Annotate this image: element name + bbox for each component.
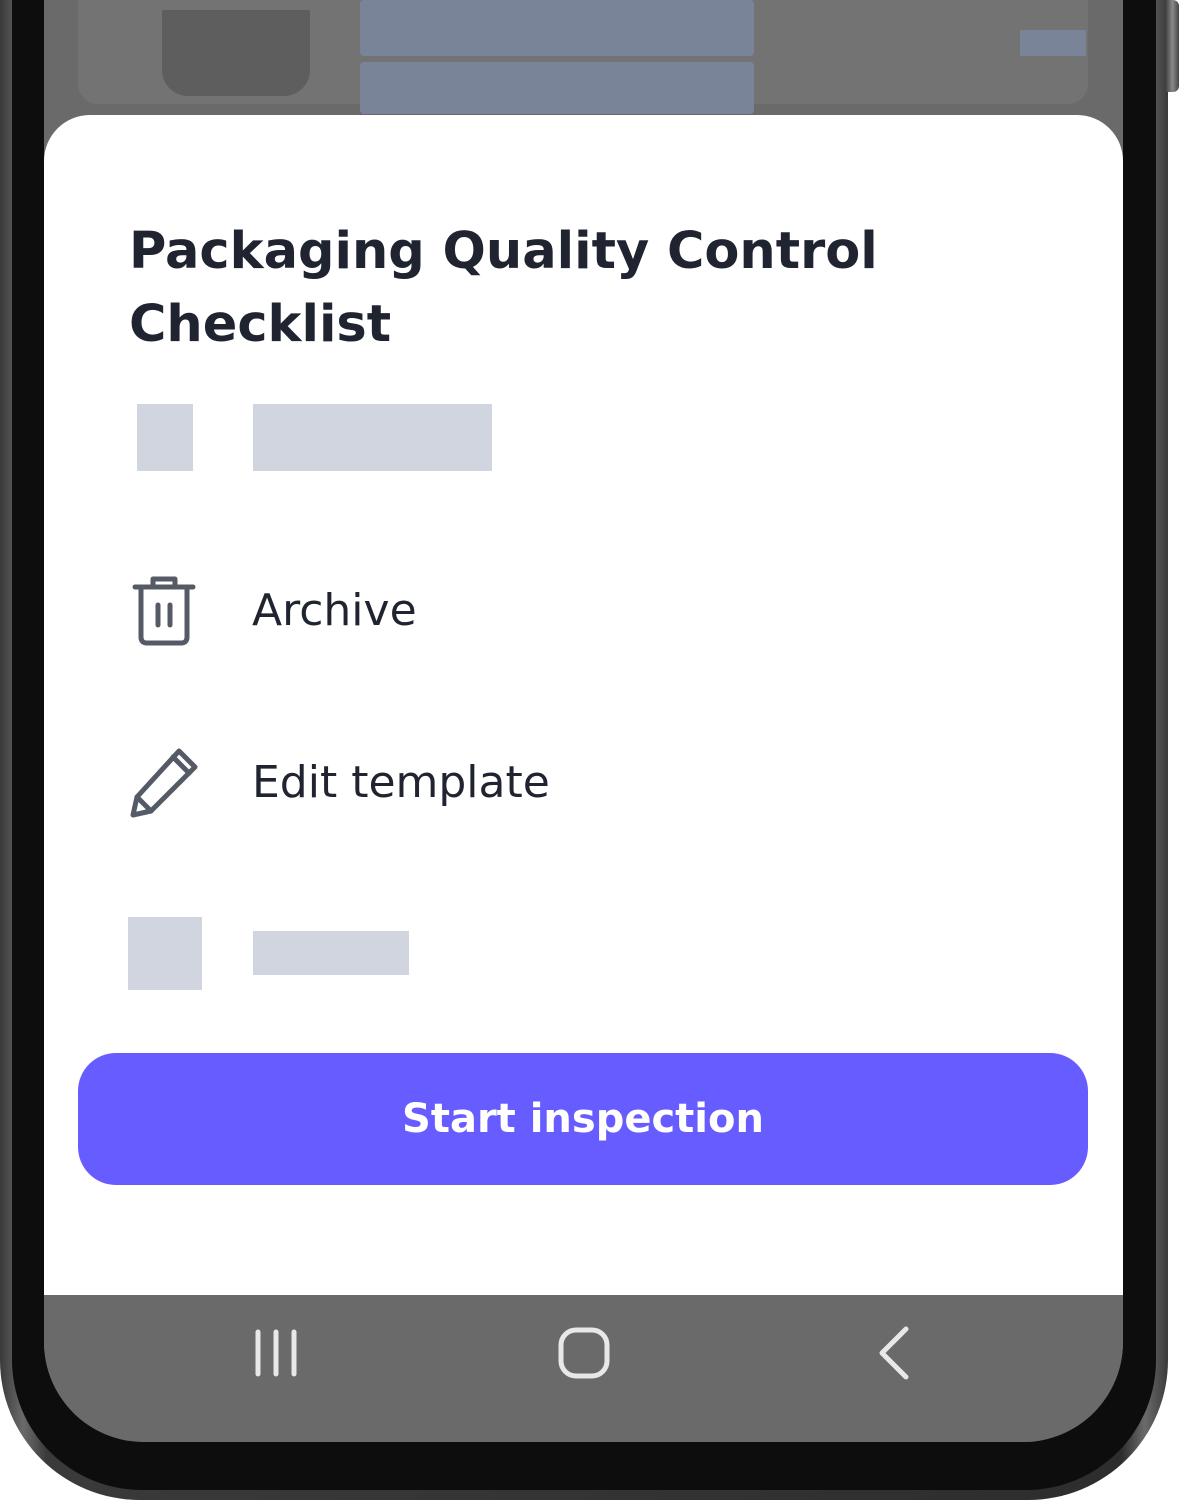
skeleton-icon-placeholder [137, 404, 193, 471]
sheet-title: Packaging Quality Control Checklist [129, 222, 878, 354]
menu-item-archive[interactable]: Archive [124, 555, 1044, 665]
menu-item-label: Archive [252, 584, 417, 636]
background-text-placeholder [360, 0, 754, 56]
skeleton-label-placeholder [253, 931, 409, 975]
background-card [78, 0, 1088, 114]
skeleton-icon-placeholder [128, 917, 202, 990]
menu-item-edit-template[interactable]: Edit template [124, 727, 1044, 837]
pencil-icon [124, 742, 204, 822]
navigation-bar [44, 1295, 1123, 1442]
background-thumbnail-placeholder [162, 10, 310, 96]
recent-apps-button[interactable] [216, 1295, 336, 1415]
home-icon [558, 1327, 610, 1383]
background-text-placeholder [360, 62, 754, 114]
menu-item-label: Edit template [252, 756, 550, 808]
back-button[interactable] [834, 1295, 954, 1415]
bottom-sheet: Packaging Quality Control Checklist Arch… [44, 115, 1123, 1295]
recent-apps-icon [251, 1329, 301, 1381]
skeleton-label-placeholder [253, 404, 492, 471]
background-chip-placeholder [1020, 30, 1086, 56]
back-icon [877, 1325, 911, 1385]
home-button[interactable] [524, 1295, 644, 1415]
phone-side-button [1166, 0, 1179, 92]
screen: Packaging Quality Control Checklist Arch… [44, 0, 1123, 1442]
start-inspection-button[interactable]: Start inspection [78, 1053, 1088, 1185]
trash-icon [124, 570, 204, 650]
